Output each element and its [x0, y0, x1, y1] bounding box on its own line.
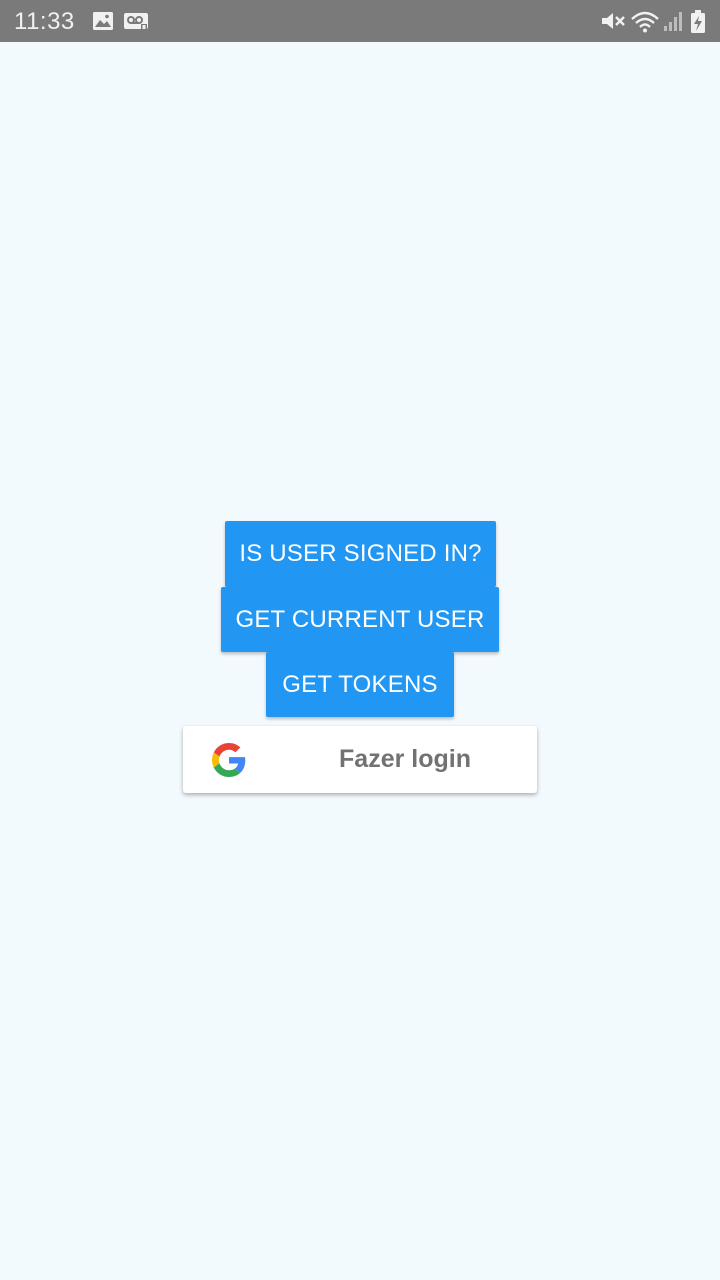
- wifi-icon: [631, 11, 659, 33]
- status-time: 11:33: [14, 8, 75, 35]
- get-tokens-button[interactable]: GET TOKENS: [266, 652, 454, 717]
- get-current-user-button[interactable]: GET CURRENT USER: [221, 587, 499, 652]
- google-logo-icon: [212, 743, 246, 777]
- mute-icon: [602, 13, 625, 29]
- google-sign-in-button[interactable]: Fazer login: [183, 726, 537, 793]
- image-icon: [93, 12, 113, 30]
- status-bar: 11:33: [0, 0, 720, 42]
- google-sign-in-label: Fazer login: [339, 745, 471, 773]
- voicemail-icon: [124, 13, 148, 30]
- battery-charging-icon: [691, 10, 705, 33]
- is-user-signed-in-button[interactable]: IS USER SIGNED IN?: [225, 521, 496, 587]
- signal-icon: [664, 12, 682, 31]
